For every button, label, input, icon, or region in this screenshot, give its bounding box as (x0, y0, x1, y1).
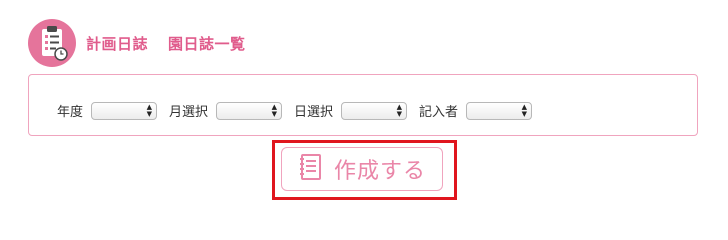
page-title: 計画日誌 園日誌一覧 (86, 33, 246, 54)
page-header: 計画日誌 園日誌一覧 (28, 18, 246, 68)
author-select[interactable]: ▲ ▼ (466, 101, 533, 120)
select-arrows-icon: ▲ ▼ (271, 102, 278, 118)
month-label: 月選択 (169, 105, 209, 120)
day-label: 日選択 (294, 105, 334, 120)
create-button-label: 作成する (333, 159, 426, 184)
notebook-icon (298, 153, 324, 185)
title-secondary[interactable]: 園日誌一覧 (168, 33, 246, 54)
filter-row: 年度 ▲ ▼ 月選択 ▲ ▼ 日選択 ▲ ▼ 記入者 ▲ ▼ (57, 101, 544, 120)
clipboard-icon (28, 19, 76, 67)
day-select[interactable]: ▲ ▼ (341, 101, 408, 120)
month-select[interactable]: ▲ ▼ (216, 101, 283, 120)
filter-panel: 年度 ▲ ▼ 月選択 ▲ ▼ 日選択 ▲ ▼ 記入者 ▲ ▼ (28, 74, 698, 136)
select-arrows-icon: ▲ ▼ (396, 102, 403, 118)
year-label: 年度 (57, 105, 84, 120)
year-select[interactable]: ▲ ▼ (91, 101, 158, 120)
select-arrows-icon: ▲ ▼ (521, 102, 528, 118)
select-arrows-icon: ▲ ▼ (146, 102, 153, 118)
create-button[interactable]: 作成する (281, 147, 443, 191)
title-primary[interactable]: 計画日誌 (86, 33, 148, 54)
author-label: 記入者 (419, 105, 459, 120)
